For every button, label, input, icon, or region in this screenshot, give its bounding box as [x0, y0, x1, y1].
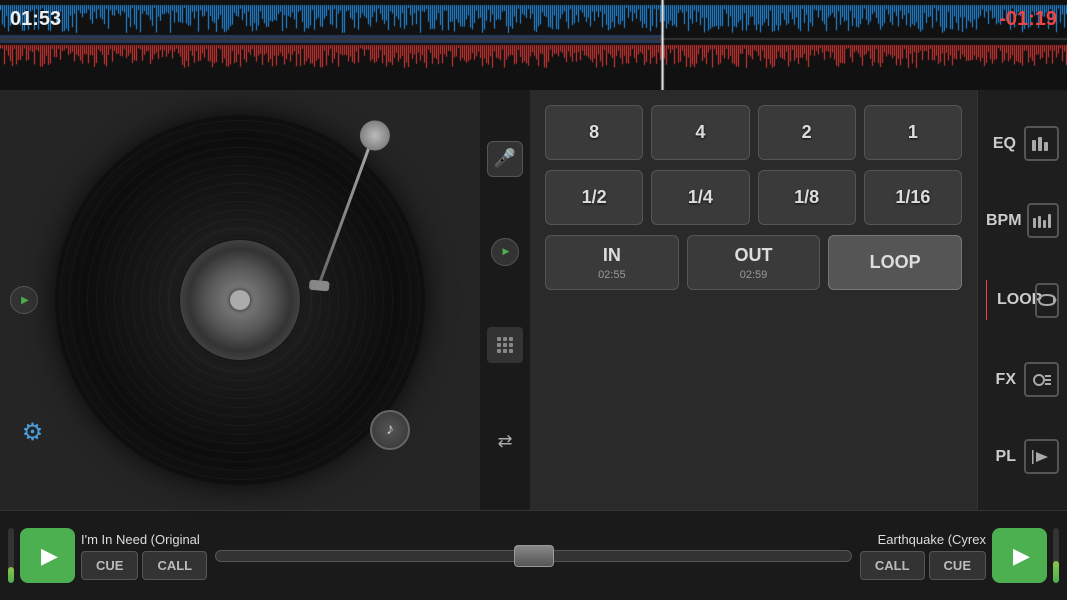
pl-icon — [1032, 450, 1052, 464]
loop-out-button[interactable]: OUT 02:59 — [687, 235, 821, 290]
cue-call-buttons-right: CALL CUE — [860, 551, 986, 580]
track-name-right: Earthquake (Cyrex — [878, 532, 986, 547]
loop-btn-8[interactable]: 8 — [545, 105, 643, 160]
volume-bar-right — [1053, 528, 1059, 583]
loop-section: 8 4 2 1 1/2 1/4 1/8 1/16 IN 02:55 OUT 02… — [530, 90, 977, 510]
volume-bar-left — [8, 528, 14, 583]
track-name-left: I'm In Need (Original — [81, 532, 207, 547]
turntable-label — [180, 240, 300, 360]
loop-icon — [1037, 293, 1057, 307]
center-play-button[interactable] — [491, 238, 519, 266]
grid-dots-icon — [497, 337, 513, 353]
fx-icon — [1032, 373, 1052, 387]
mic-icon: 🎤 — [494, 148, 516, 169]
cue-button-left[interactable]: CUE — [81, 551, 138, 580]
loop-main-button[interactable]: LOOP — [828, 235, 962, 290]
shuffle-button[interactable]: ⇄ — [487, 424, 523, 460]
crossfader-track[interactable] — [215, 550, 852, 562]
loop-active-indicator — [986, 280, 987, 320]
cue-button-right[interactable]: CUE — [929, 551, 986, 580]
turntable-section: ⚙ ♪ — [0, 90, 480, 510]
cue-call-buttons-left: CUE CALL — [81, 551, 207, 580]
sidebar-item-pl[interactable]: PL — [978, 439, 1067, 474]
center-divider: 🎤 ⇄ — [480, 90, 530, 510]
gear-icon: ⚙ — [22, 418, 44, 447]
loop-btn-sixteenth[interactable]: 1/16 — [864, 170, 962, 225]
track-info-right: Earthquake (Cyrex CALL CUE — [860, 532, 986, 580]
right-sidebar: EQ BPM LOOP — [977, 90, 1067, 510]
sidebar-item-fx[interactable]: FX — [978, 362, 1067, 397]
left-play-button[interactable] — [10, 286, 38, 314]
loop-in-button[interactable]: IN 02:55 — [545, 235, 679, 290]
eq-icon-box — [1024, 126, 1059, 161]
volume-fill-right — [1053, 561, 1059, 583]
call-button-left[interactable]: CALL — [142, 551, 207, 580]
bpm-icon — [1033, 214, 1053, 228]
play-button-right[interactable] — [992, 528, 1047, 583]
track-info-left: I'm In Need (Original CUE CALL — [81, 532, 207, 580]
waveform-section: 01:53 -01:19 — [0, 0, 1067, 90]
time-right: -01:19 — [999, 8, 1057, 31]
music-note-icon: ♪ — [386, 421, 394, 439]
loop-btn-quarter[interactable]: 1/4 — [651, 170, 749, 225]
grid-button[interactable] — [487, 327, 523, 363]
loop-grid-bottom: 1/2 1/4 1/8 1/16 — [545, 170, 962, 225]
turntable-center — [230, 290, 250, 310]
main-area: ⚙ ♪ 🎤 ⇄ 8 4 2 1 1/2 — [0, 90, 1067, 510]
shuffle-icon: ⇄ — [497, 431, 512, 452]
loop-icon-box — [1035, 283, 1059, 318]
pl-icon-box — [1024, 439, 1059, 474]
loop-btn-half[interactable]: 1/2 — [545, 170, 643, 225]
loop-grid-top: 8 4 2 1 — [545, 105, 962, 160]
volume-fill-left — [8, 567, 14, 584]
loop-btn-4[interactable]: 4 — [651, 105, 749, 160]
fx-icon-box — [1024, 362, 1059, 397]
call-button-right[interactable]: CALL — [860, 551, 925, 580]
waveform-canvas[interactable] — [0, 0, 1067, 90]
deck-right: Earthquake (Cyrex CALL CUE — [860, 528, 1059, 583]
time-left: 01:53 — [10, 8, 61, 31]
loop-btn-1[interactable]: 1 — [864, 105, 962, 160]
eq-icon — [1032, 137, 1052, 151]
settings-button[interactable]: ⚙ — [15, 415, 50, 450]
tonearm — [317, 134, 375, 285]
bottom-bar: I'm In Need (Original CUE CALL Earthquak… — [0, 510, 1067, 600]
play-button-left[interactable] — [20, 528, 75, 583]
crossfader-knob[interactable] — [514, 545, 554, 567]
music-button[interactable]: ♪ — [370, 410, 410, 450]
sidebar-item-bpm[interactable]: BPM — [978, 203, 1067, 238]
loop-btn-eighth[interactable]: 1/8 — [758, 170, 856, 225]
bpm-icon-box — [1027, 203, 1059, 238]
deck-left: I'm In Need (Original CUE CALL — [8, 528, 207, 583]
crossfader-section — [215, 550, 852, 562]
sidebar-item-eq[interactable]: EQ — [978, 126, 1067, 161]
mic-button[interactable]: 🎤 — [487, 141, 523, 177]
sidebar-item-loop[interactable]: LOOP — [978, 280, 1067, 320]
loop-controls: IN 02:55 OUT 02:59 LOOP — [545, 235, 962, 290]
loop-btn-2[interactable]: 2 — [758, 105, 856, 160]
